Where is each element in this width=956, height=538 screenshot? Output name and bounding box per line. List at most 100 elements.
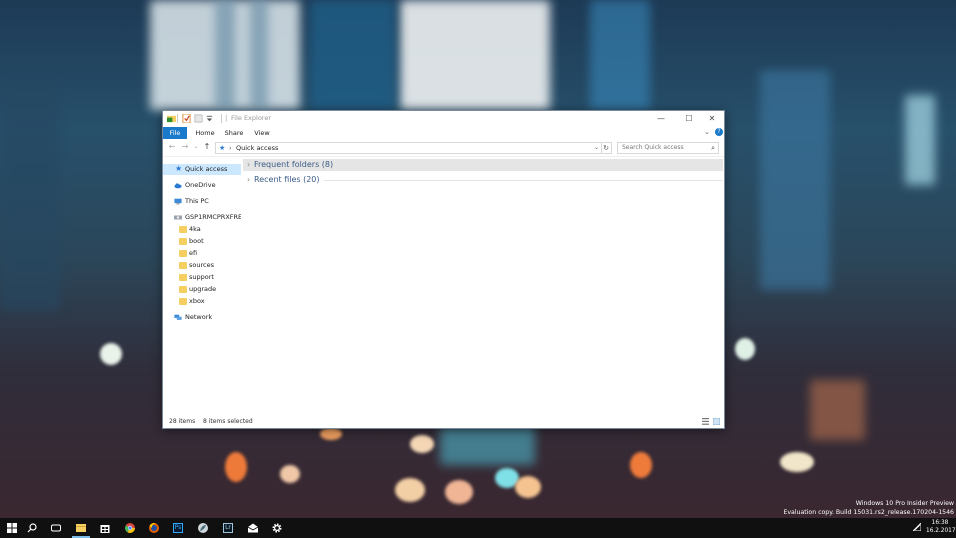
network-tray-icon[interactable] — [913, 523, 921, 531]
photoshop-icon: Ps — [173, 523, 183, 533]
refresh-button[interactable]: ↻ — [601, 142, 612, 154]
taskbar-lightroom[interactable]: Lr — [216, 518, 240, 538]
chevron-right-icon[interactable]: › — [247, 174, 250, 186]
taskbar-mail[interactable] — [241, 518, 265, 538]
selection-count: 8 items selected — [203, 418, 253, 425]
large-icons-view-icon[interactable] — [713, 418, 720, 425]
nav-label: support — [189, 273, 214, 281]
ribbon-expand-icon[interactable]: ⌄ — [704, 128, 710, 136]
nav-label: sources — [189, 261, 214, 269]
cloud-icon — [174, 183, 182, 189]
customize-dropdown-icon[interactable] — [205, 114, 214, 123]
qat-divider — [177, 114, 178, 123]
back-button[interactable]: ← — [167, 142, 177, 152]
store-icon — [100, 525, 110, 533]
nav-label: OneDrive — [185, 181, 216, 189]
file-explorer-window: | File Explorer — ☐ ✕ File Home Share Vi… — [162, 110, 725, 429]
folder-icon — [179, 274, 187, 281]
tab-home[interactable]: Home — [193, 127, 217, 139]
nav-label: upgrade — [189, 285, 217, 293]
nav-label: This PC — [185, 197, 209, 205]
tab-share[interactable]: Share — [222, 127, 246, 139]
feather-app-icon — [198, 523, 208, 533]
folder-icon — [179, 226, 187, 233]
taskbar-feather-app[interactable] — [191, 518, 215, 538]
status-bar: 28 items 8 items selected — [163, 415, 724, 428]
taskbar-store[interactable] — [93, 518, 117, 538]
nav-network[interactable]: Network — [163, 312, 241, 323]
nav-label: boot — [189, 237, 204, 245]
details-view-icon[interactable] — [702, 418, 709, 425]
chrome-icon — [125, 523, 135, 533]
quick-access-pin-icon: ★ — [219, 144, 226, 152]
tab-view[interactable]: View — [251, 127, 273, 139]
nav-drive[interactable]: GSP1RMCPRXFRER_E — [163, 212, 241, 223]
nav-folder-sources[interactable]: sources — [163, 260, 241, 271]
search-input[interactable]: Search Quick access ⌕ — [617, 142, 719, 154]
new-folder-icon[interactable] — [194, 114, 203, 123]
nav-quick-access[interactable]: ★ Quick access — [163, 164, 241, 175]
nav-folder-support[interactable]: support — [163, 272, 241, 283]
window-title: File Explorer — [231, 114, 272, 122]
taskbar-firefox[interactable] — [142, 518, 166, 538]
nav-onedrive[interactable]: OneDrive — [163, 180, 241, 191]
taskbar: Ps Lr 16:38 16.2.2017 — [0, 518, 956, 538]
folder-icon — [179, 250, 187, 257]
close-button[interactable]: ✕ — [699, 111, 725, 127]
address-row: ← → ⌄ ↑ ★ › Quick access ⌄ ↻ Search Quic… — [163, 140, 724, 157]
nav-label: efi — [189, 249, 198, 257]
search-icon — [27, 523, 37, 533]
watermark-build: Evaluation copy. Build 15031.rs2_release… — [783, 509, 954, 516]
up-button[interactable]: ↑ — [202, 142, 212, 152]
taskbar-clock[interactable]: 16:38 16.2.2017 — [926, 519, 956, 535]
explorer-icon[interactable] — [167, 114, 176, 123]
group-recent-files[interactable]: › Recent files (20) — [243, 174, 723, 186]
taskbar-photoshop[interactable]: Ps — [166, 518, 190, 538]
group-title: Frequent folders (8) — [254, 160, 334, 169]
properties-icon[interactable] — [182, 114, 191, 123]
breadcrumb-quick-access[interactable]: Quick access — [236, 143, 278, 153]
firefox-icon — [149, 523, 159, 533]
clock-date: 16.2.2017 — [926, 528, 956, 534]
nav-folder-boot[interactable]: boot — [163, 236, 241, 247]
start-icon — [7, 523, 17, 533]
settings-gear-icon — [272, 523, 282, 533]
nav-folder-4ka[interactable]: 4ka — [163, 224, 241, 235]
address-bar[interactable]: ★ › Quick access ⌄ — [215, 142, 602, 154]
folder-icon — [179, 298, 187, 305]
search-icon[interactable]: ⌕ — [711, 143, 715, 153]
breadcrumb-separator[interactable]: › — [229, 143, 232, 153]
folder-icon — [179, 238, 187, 245]
taskbar-search-button[interactable] — [20, 518, 44, 538]
taskbar-chrome[interactable] — [118, 518, 142, 538]
nav-this-pc[interactable]: This PC — [163, 196, 241, 207]
chevron-right-icon[interactable]: › — [247, 159, 250, 171]
star-icon: ★ — [175, 164, 183, 173]
nav-folder-upgrade[interactable]: upgrade — [163, 284, 241, 295]
qat-divider — [221, 114, 222, 123]
task-view-button[interactable] — [44, 518, 68, 538]
group-title: Recent files (20) — [254, 174, 324, 186]
navigation-pane: ★ Quick access OneDrive This PC GSP1RMCP… — [163, 159, 241, 414]
nav-label: Quick access — [185, 165, 228, 173]
clock-time: 16:38 — [931, 520, 949, 526]
nav-folder-efi[interactable]: efi — [163, 248, 241, 259]
address-dropdown-icon[interactable]: ⌄ — [594, 143, 599, 153]
search-placeholder: Search Quick access — [622, 144, 684, 151]
group-frequent-folders[interactable]: › Frequent folders (8) — [243, 159, 723, 171]
recent-locations-button[interactable]: ⌄ — [191, 142, 201, 152]
dvd-drive-icon — [174, 215, 182, 220]
help-icon[interactable]: ? — [715, 128, 723, 136]
minimize-button[interactable]: — — [648, 111, 674, 127]
taskbar-file-explorer[interactable] — [69, 518, 93, 538]
title-bar[interactable]: | File Explorer — ☐ ✕ — [163, 111, 724, 127]
task-view-icon — [51, 524, 61, 532]
nav-folder-xbox[interactable]: xbox — [163, 296, 241, 307]
computer-icon — [174, 198, 182, 205]
taskbar-settings[interactable] — [265, 518, 289, 538]
network-icon — [174, 314, 182, 320]
nav-label: Network — [185, 313, 213, 321]
forward-button[interactable]: → — [180, 142, 190, 152]
tab-file[interactable]: File — [163, 127, 187, 139]
group-divider — [254, 180, 723, 181]
